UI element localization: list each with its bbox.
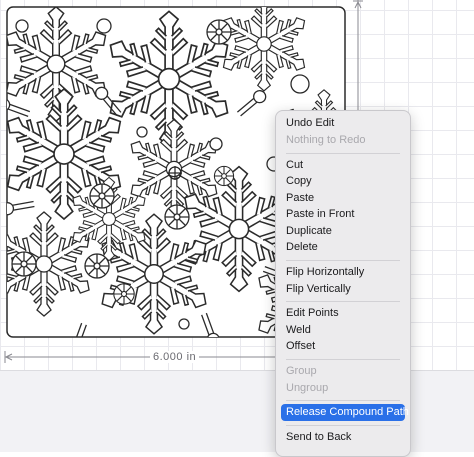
width-dimension-label: 6.000 in (150, 351, 200, 363)
menu-item-weld[interactable]: Weld (281, 322, 405, 339)
menu-item-paste-in-front[interactable]: Paste in Front (281, 206, 405, 223)
menu-item-send-to-back[interactable]: Send to Back (281, 429, 405, 446)
menu-item-copy[interactable]: Copy (281, 173, 405, 190)
menu-separator (286, 425, 400, 426)
menu-separator (286, 153, 400, 154)
menu-item-edit-points[interactable]: Edit Points (281, 305, 405, 322)
menu-separator (286, 301, 400, 302)
menu-item-delete[interactable]: Delete (281, 239, 405, 256)
menu-separator (286, 400, 400, 401)
menu-item-group: Group (286, 365, 317, 377)
menu-item-offset[interactable]: Offset (281, 338, 405, 355)
menu-item-cut[interactable]: Cut (281, 157, 405, 174)
menu-item-ungroup: Ungroup (286, 382, 329, 394)
menu-item-duplicate[interactable]: Duplicate (281, 223, 405, 240)
menu-item-nothing-to-redo: Nothing to Redo (286, 134, 366, 146)
context-menu: Undo Edit Nothing to Redo Cut Copy Paste… (275, 110, 411, 457)
menu-item-paste[interactable]: Paste (281, 190, 405, 207)
menu-item-undo-edit[interactable]: Undo Edit (281, 115, 405, 132)
crosshair-cursor-icon (168, 166, 182, 180)
menu-separator (286, 260, 400, 261)
menu-item-flip-vertically[interactable]: Flip Vertically (281, 281, 405, 298)
menu-item-flip-horizontally[interactable]: Flip Horizontally (281, 264, 405, 281)
menu-item-release-compound-path[interactable]: Release Compound Path (281, 404, 409, 421)
menu-separator (286, 359, 400, 360)
